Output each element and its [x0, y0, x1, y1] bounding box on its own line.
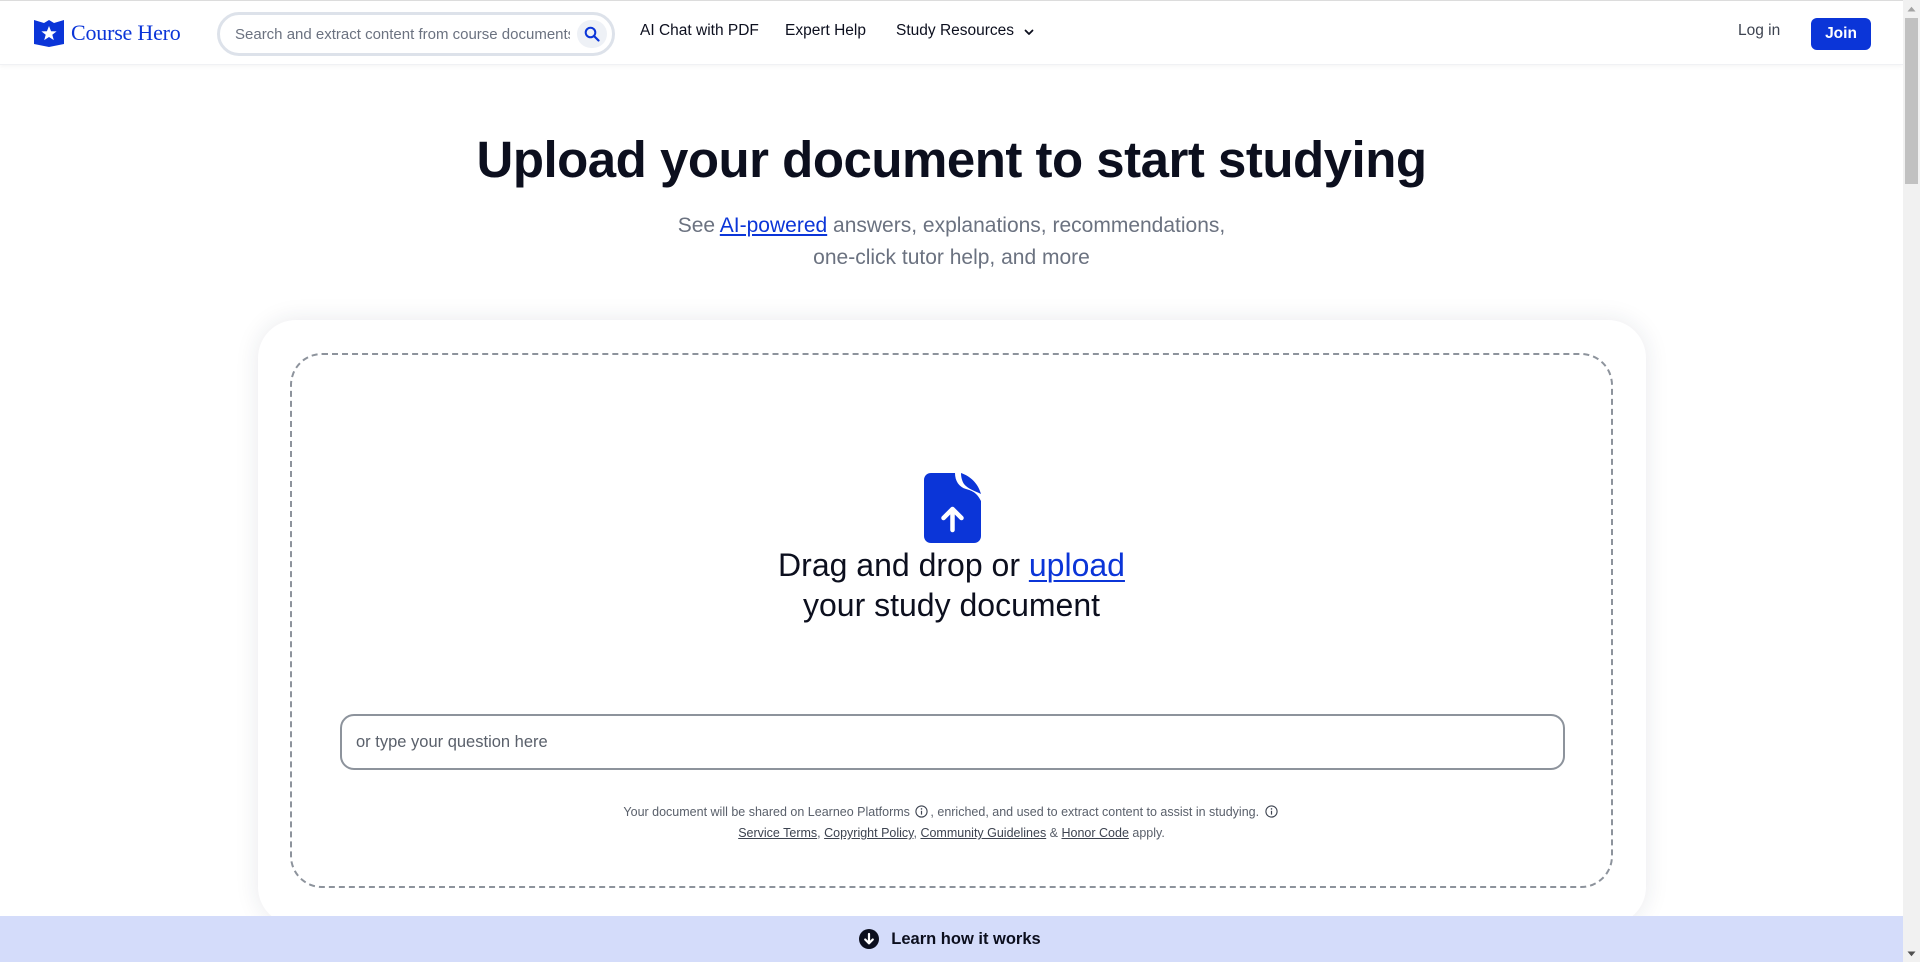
course-hero-shield-icon — [34, 20, 64, 47]
logo-text: Course Hero — [71, 20, 181, 45]
legal-notice: Your document will be shared on Learneo … — [292, 802, 1611, 844]
page-subtitle: See AI-powered answers, explanations, re… — [0, 210, 1903, 274]
separator-ampersand: & — [1046, 826, 1062, 840]
scroll-down-arrow[interactable] — [1903, 945, 1920, 962]
scrollbar-thumb[interactable] — [1905, 18, 1918, 184]
site-header: Course Hero AI Chat with PDF Expert Help… — [0, 1, 1903, 65]
course-hero-logo[interactable]: Course Hero — [33, 18, 181, 48]
community-guidelines-link[interactable]: Community Guidelines — [920, 826, 1046, 840]
honor-code-link[interactable]: Honor Code — [1062, 826, 1129, 840]
info-icon[interactable] — [915, 805, 929, 818]
join-button[interactable]: Join — [1811, 18, 1871, 50]
question-input[interactable] — [340, 714, 1565, 770]
drag-prefix: Drag and drop or — [778, 547, 1029, 583]
scroll-up-arrow[interactable] — [1903, 0, 1920, 17]
search-button[interactable] — [577, 20, 607, 48]
learn-how-it-works-label: Learn how it works — [891, 929, 1041, 948]
service-terms-link[interactable]: Service Terms — [738, 826, 817, 840]
vertical-scrollbar[interactable] — [1903, 0, 1920, 962]
nav-study-resources[interactable]: Study Resources — [896, 22, 1034, 40]
arrow-down-circle-icon — [859, 929, 880, 949]
info-icon[interactable] — [1264, 805, 1278, 818]
chevron-down-icon — [1024, 29, 1034, 35]
legal-apply: apply. — [1128, 826, 1165, 840]
file-dropzone[interactable]: Drag and drop or upload your study docum… — [290, 353, 1613, 888]
triangle-up-icon — [1907, 6, 1916, 11]
triangle-down-icon — [1907, 951, 1916, 956]
nav-expert-help[interactable]: Expert Help — [785, 22, 866, 40]
drag-line2: your study document — [802, 587, 1101, 623]
legal-part2: , enriched, and used to extract content … — [930, 805, 1260, 819]
subtitle-line2: one-click tutor help, and more — [813, 246, 1090, 269]
upload-card: Drag and drop or upload your study docum… — [258, 320, 1646, 925]
nav-study-resources-label: Study Resources — [896, 22, 1015, 39]
login-link[interactable]: Log in — [1738, 22, 1780, 40]
page-title: Upload your document to start studying — [476, 131, 1427, 188]
search-input[interactable] — [220, 25, 570, 43]
legal-part1: Your document will be shared on Learneo … — [623, 805, 910, 819]
learn-how-it-works-bar: Learn how it works — [0, 916, 1903, 962]
nav-ai-chat-with-pdf[interactable]: AI Chat with PDF — [640, 22, 759, 40]
upload-link[interactable]: upload — [1029, 547, 1125, 583]
subtitle-line1-rest: answers, explanations, recommendations, — [827, 214, 1226, 237]
search-bar — [217, 12, 615, 56]
drag-drop-text: Drag and drop or upload your study docum… — [292, 545, 1611, 625]
copyright-policy-link[interactable]: Copyright Policy — [824, 826, 913, 840]
learn-how-it-works-button[interactable]: Learn how it works — [859, 929, 1041, 949]
subtitle-prefix: See — [677, 214, 720, 237]
search-icon — [584, 26, 600, 42]
ai-powered-link[interactable]: AI-powered — [720, 214, 827, 237]
file-upload-icon[interactable] — [924, 473, 981, 543]
